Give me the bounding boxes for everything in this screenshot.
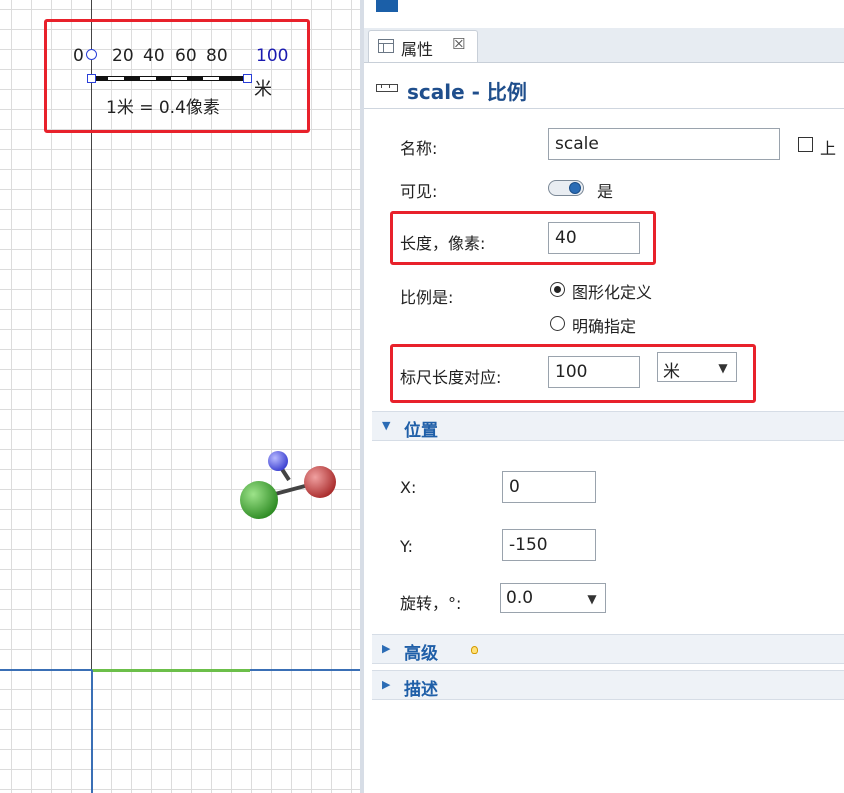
section-advanced[interactable]: ▶ 高级 [372, 634, 844, 664]
section-advanced-label: 高级 [404, 644, 438, 664]
scale-tick-label: 40 [143, 46, 165, 66]
scale-bar-segment [171, 77, 187, 80]
molecule-icon[interactable] [234, 446, 344, 526]
section-description-label: 描述 [404, 680, 438, 700]
top-checkbox-label: 上 [820, 139, 837, 158]
ruler-unit-value: 米 [663, 362, 680, 382]
toggle-knob [569, 182, 581, 194]
visible-value: 是 [597, 182, 614, 201]
graphical-editor-canvas[interactable]: 0 20 40 60 80 100 米 1米 = 0.4像素 [0, 0, 360, 793]
scale-bar-segment [203, 77, 219, 80]
section-position-label: 位置 [404, 421, 438, 441]
name-input[interactable] [548, 128, 780, 160]
y-input[interactable] [502, 529, 596, 561]
length-label: 长度，像素: [400, 234, 486, 253]
scale-is-label: 比例是: [400, 288, 454, 307]
name-label: 名称: [400, 139, 438, 158]
top-toolbar-strip [364, 0, 844, 29]
caret-right-icon: ▶ [382, 678, 391, 691]
rotation-label: 旋转，°: [400, 594, 462, 613]
close-icon[interactable]: ☒ [452, 35, 465, 53]
section-description[interactable]: ▶ 描述 [372, 670, 844, 700]
ruler-unit-select[interactable]: 米 ▼ [657, 352, 737, 382]
green-axis-segment [92, 669, 250, 672]
scale-bar-segment [108, 77, 124, 80]
tab-properties[interactable]: 属性 ☒ [368, 30, 478, 62]
ruler-icon [376, 84, 398, 92]
scale-right-handle[interactable] [243, 74, 252, 83]
panel-title-row: scale - 比例 [364, 72, 844, 104]
scale-bar [91, 76, 247, 81]
scale-tick-label: 80 [206, 46, 228, 66]
chevron-down-icon: ▼ [587, 592, 597, 606]
scale-bar-segment [140, 77, 156, 80]
x-input[interactable] [502, 471, 596, 503]
rotation-select[interactable]: 0.0 ▼ [500, 583, 606, 613]
rotation-value: 0.0 [506, 588, 534, 608]
radio-explicit[interactable] [550, 316, 565, 331]
scale-tick-label-end: 100 [256, 46, 289, 66]
view-tab-bar: 属性 ☒ [364, 28, 844, 63]
radio-explicit-label: 明确指定 [572, 317, 637, 336]
length-pixels-input[interactable] [548, 222, 640, 254]
app-logo-icon [376, 0, 398, 12]
radio-graphic-definition[interactable] [550, 282, 565, 297]
top-checkbox[interactable] [798, 137, 813, 152]
properties-panel: 属性 ☒ scale - 比例 名称: 上 可见: 是 长度，像素: 比例是: … [360, 0, 844, 793]
chevron-down-icon: ▼ [718, 361, 728, 375]
scale-origin-handle[interactable] [86, 49, 97, 60]
scale-tick-label: 20 [112, 46, 134, 66]
scale-tick-label: 0 [73, 46, 84, 66]
visible-toggle[interactable] [548, 180, 584, 196]
caret-right-icon: ▶ [382, 642, 391, 655]
page-title: scale - 比例 [407, 80, 527, 104]
lightbulb-icon [471, 646, 478, 654]
blue-axis-segment [91, 670, 93, 793]
section-position[interactable]: ▼ 位置 [372, 411, 844, 441]
ruler-length-label: 标尺长度对应: [400, 368, 502, 387]
scale-unit-label: 米 [254, 79, 272, 100]
radio-graphic-definition-label: 图形化定义 [572, 283, 653, 302]
y-label: Y: [400, 537, 414, 556]
tab-properties-label: 属性 [401, 40, 434, 59]
ruler-length-input[interactable] [548, 356, 640, 388]
scale-ratio-label: 1米 = 0.4像素 [106, 98, 220, 118]
title-divider [364, 108, 844, 109]
scale-left-handle[interactable] [87, 74, 96, 83]
x-label: X: [400, 478, 417, 497]
visible-label: 可见: [400, 182, 438, 201]
caret-down-icon: ▼ [382, 419, 391, 432]
scale-tick-label: 60 [175, 46, 197, 66]
properties-table-icon [378, 39, 394, 53]
